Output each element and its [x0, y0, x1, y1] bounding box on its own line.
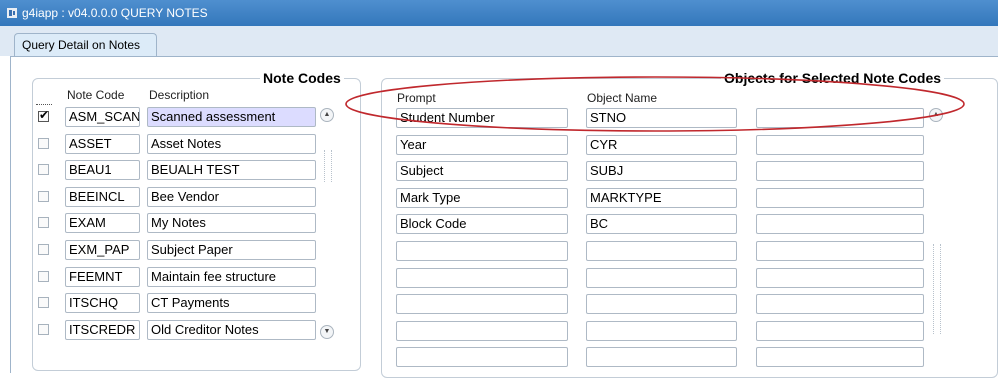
note-code-field[interactable]: EXM_PAP: [65, 240, 140, 260]
select-all-marker: [36, 104, 52, 105]
note-description-field[interactable]: My Notes: [147, 213, 316, 234]
tab-label: Query Detail on Notes: [22, 38, 141, 52]
prompt-field[interactable]: Student Number: [396, 108, 568, 128]
extra-field[interactable]: [756, 108, 924, 128]
prompt-field[interactable]: Block Code: [396, 214, 568, 235]
extra-field[interactable]: [756, 267, 924, 288]
object-name-field[interactable]: MARKTYPE: [586, 187, 737, 208]
note-code-checkbox[interactable]: [38, 137, 49, 149]
object-name-field[interactable]: [586, 320, 737, 341]
prompt-field[interactable]: Year: [396, 134, 568, 155]
object-name-field[interactable]: STNO: [586, 108, 737, 128]
objects-title: Objects for Selected Note Codes: [721, 70, 945, 86]
objects-scroll-up-icon[interactable]: ▲: [929, 108, 943, 122]
note-code-checkbox[interactable]: [38, 164, 49, 176]
note-codes-scroll-grip[interactable]: [324, 150, 332, 182]
object-name-field[interactable]: BC: [586, 214, 737, 235]
note-code-checkbox[interactable]: [38, 323, 49, 335]
description-header: Description: [149, 88, 210, 102]
note-code-field[interactable]: BEEINCL: [65, 186, 140, 207]
note-codes-scroll-down-icon[interactable]: ▼: [320, 325, 334, 339]
object-name-field[interactable]: [586, 294, 737, 315]
prompt-header: Prompt: [397, 91, 436, 105]
note-description-field[interactable]: Bee Vendor: [147, 186, 316, 207]
note-description-field[interactable]: Subject Paper: [147, 240, 316, 260]
note-code-field[interactable]: ASM_SCAN: [65, 107, 140, 127]
object-name-field[interactable]: CYR: [586, 134, 737, 155]
note-code-field[interactable]: ITSCREDR: [65, 319, 140, 340]
note-codes-title: Note Codes: [260, 70, 344, 86]
note-code-header: Note Code: [67, 88, 125, 102]
extra-field[interactable]: [756, 214, 924, 235]
note-code-field[interactable]: BEAU1: [65, 160, 140, 181]
note-description-field[interactable]: Old Creditor Notes: [147, 319, 316, 340]
note-code-field[interactable]: EXAM: [65, 213, 140, 234]
prompt-field[interactable]: [396, 241, 568, 261]
prompt-field[interactable]: [396, 267, 568, 288]
note-description-field[interactable]: Scanned assessment: [147, 107, 316, 127]
extra-field[interactable]: [756, 347, 924, 368]
prompt-field[interactable]: [396, 320, 568, 341]
app-icon: [7, 8, 17, 18]
note-code-checkbox[interactable]: ✔: [38, 108, 50, 122]
check-icon: ✔: [39, 108, 50, 122]
object-name-field[interactable]: SUBJ: [586, 161, 737, 182]
note-code-checkbox[interactable]: [38, 244, 49, 255]
extra-field[interactable]: [756, 320, 924, 341]
extra-field[interactable]: [756, 241, 924, 261]
prompt-field[interactable]: Mark Type: [396, 187, 568, 208]
note-code-field[interactable]: FEEMNT: [65, 266, 140, 287]
note-description-field[interactable]: BEUALH TEST: [147, 160, 316, 181]
object-name-field[interactable]: [586, 267, 737, 288]
extra-field[interactable]: [756, 134, 924, 155]
note-code-checkbox[interactable]: [38, 297, 49, 309]
extra-field[interactable]: [756, 161, 924, 182]
extra-field[interactable]: [756, 294, 924, 315]
prompt-field[interactable]: [396, 294, 568, 315]
note-codes-scroll-up-icon[interactable]: ▲: [320, 108, 334, 122]
note-description-field[interactable]: Maintain fee structure: [147, 266, 316, 287]
object-name-field[interactable]: [586, 241, 737, 261]
extra-field[interactable]: [756, 187, 924, 208]
note-description-field[interactable]: Asset Notes: [147, 133, 316, 154]
note-code-checkbox[interactable]: [38, 217, 49, 229]
objects-scroll-grip[interactable]: [933, 244, 941, 334]
note-description-field[interactable]: CT Payments: [147, 293, 316, 314]
prompt-field[interactable]: [396, 347, 568, 368]
window-title: g4iapp : v04.0.0.0 QUERY NOTES: [22, 6, 208, 20]
tab-query-detail[interactable]: Query Detail on Notes: [14, 33, 157, 57]
title-bar: g4iapp : v04.0.0.0 QUERY NOTES: [0, 0, 998, 26]
note-code-checkbox[interactable]: [38, 190, 49, 202]
object-name-field[interactable]: [586, 347, 737, 368]
note-code-field[interactable]: ASSET: [65, 133, 140, 154]
note-code-field[interactable]: ITSCHQ: [65, 293, 140, 314]
object-name-header: Object Name: [587, 91, 658, 105]
prompt-field[interactable]: Subject: [396, 161, 568, 182]
note-code-checkbox[interactable]: [38, 270, 49, 282]
